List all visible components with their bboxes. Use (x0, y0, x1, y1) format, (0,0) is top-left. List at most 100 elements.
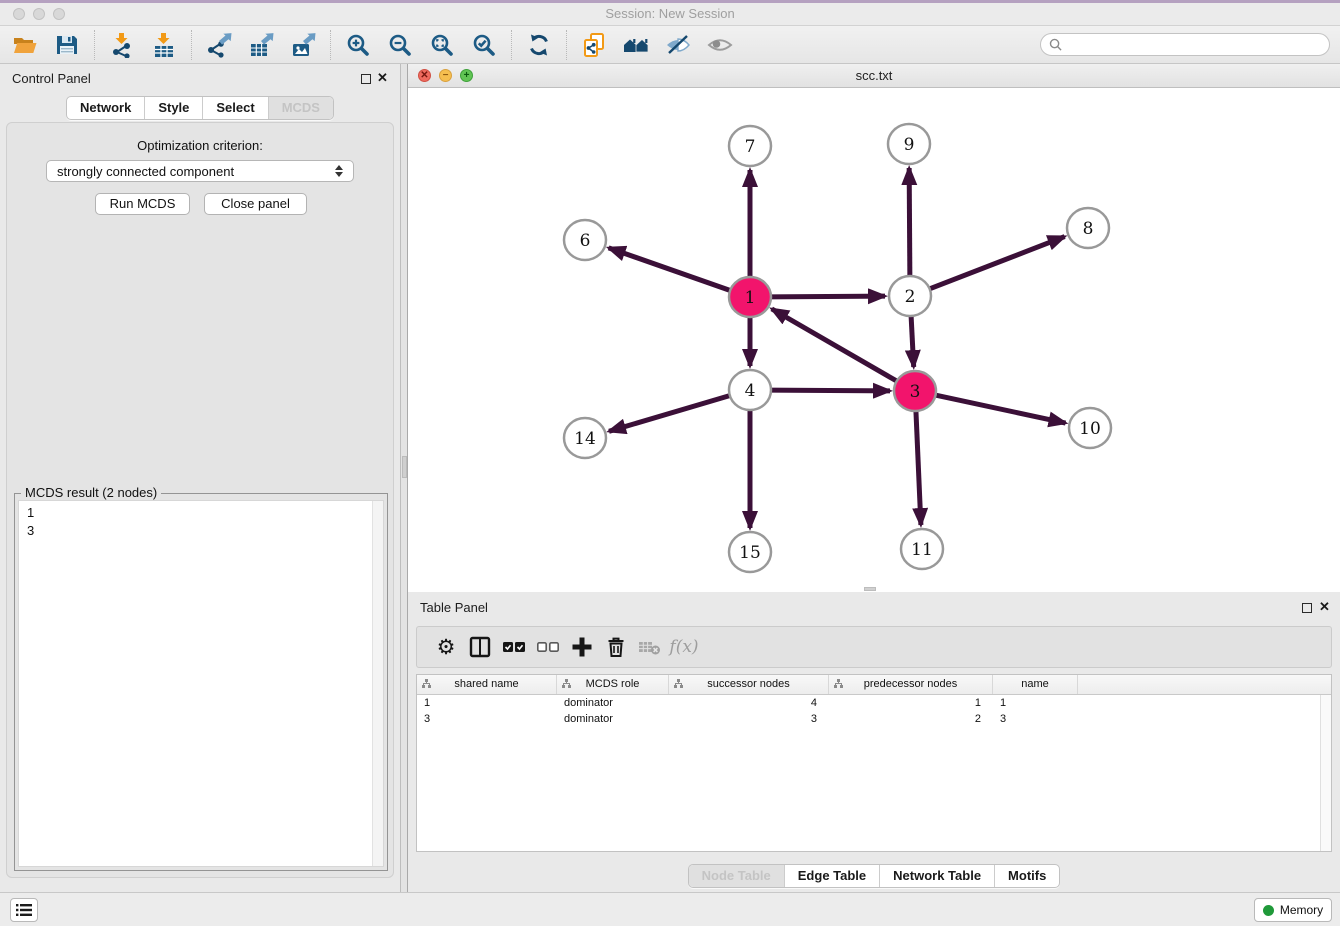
export-image-icon[interactable] (288, 30, 318, 60)
table-scrollbar[interactable] (1320, 695, 1331, 851)
graph-node-label: 15 (739, 543, 761, 563)
window-resize-grip[interactable] (864, 587, 876, 591)
zoom-out-icon[interactable] (385, 30, 415, 60)
import-table-icon[interactable] (149, 30, 179, 60)
memory-button[interactable]: Memory (1254, 898, 1332, 922)
float-table-panel-icon[interactable] (1302, 603, 1312, 613)
graph-node-2[interactable]: 2 (889, 276, 931, 316)
graph-node-6[interactable]: 6 (564, 220, 606, 260)
graph-node-9[interactable]: 9 (888, 124, 930, 164)
column-header-name[interactable]: name (993, 675, 1078, 694)
zoom-fit-icon[interactable] (427, 30, 457, 60)
zoom-in-icon[interactable] (343, 30, 373, 60)
close-panel-icon[interactable]: ✕ (377, 70, 388, 86)
table-tab-edge-table[interactable]: Edge Table (784, 865, 879, 887)
network-window-title: scc.txt (408, 68, 1340, 83)
graph-edge-1-2[interactable] (769, 296, 885, 297)
task-list-icon (16, 903, 32, 917)
result-scrollbar[interactable] (372, 501, 383, 866)
table-cell[interactable]: 1 (993, 695, 1078, 711)
table-cell[interactable]: 1 (417, 695, 557, 711)
mcds-result-list[interactable]: 13 (18, 500, 384, 867)
table-cell[interactable]: 4 (669, 695, 829, 711)
close-table-panel-icon[interactable]: ✕ (1319, 599, 1330, 615)
search-box[interactable] (1040, 33, 1330, 56)
run-mcds-button[interactable]: Run MCDS (95, 193, 190, 215)
graph-node-14[interactable]: 14 (564, 418, 606, 458)
node-table[interactable]: shared nameMCDS rolesuccessor nodesprede… (416, 674, 1332, 852)
graph-edge-3-10[interactable] (934, 395, 1066, 423)
graph-node-4[interactable]: 4 (729, 370, 771, 410)
table-tab-node-table[interactable]: Node Table (689, 865, 784, 887)
table-tab-network-table[interactable]: Network Table (879, 865, 994, 887)
float-panel-icon[interactable] (361, 74, 371, 84)
column-header-predecessor-nodes[interactable]: predecessor nodes (829, 675, 993, 694)
table-cell[interactable]: dominator (557, 711, 669, 727)
column-header-label: successor nodes (669, 678, 828, 690)
import-network-icon[interactable] (107, 30, 137, 60)
column-settings-icon[interactable]: ⚙ (429, 632, 463, 662)
graph-node-15[interactable]: 15 (729, 532, 771, 572)
memory-label: Memory (1280, 903, 1323, 917)
table-cell[interactable]: dominator (557, 695, 669, 711)
tab-style[interactable]: Style (144, 97, 202, 119)
graph-node-8[interactable]: 8 (1067, 208, 1109, 248)
select-all-rows-icon[interactable] (497, 632, 531, 662)
tab-network[interactable]: Network (67, 97, 144, 119)
graph-edge-1-6[interactable] (609, 248, 732, 291)
panel-splitter[interactable] (400, 64, 408, 892)
column-header-MCDS-role[interactable]: MCDS role (557, 675, 669, 694)
splitter-grip[interactable] (402, 456, 407, 478)
result-line: 1 (19, 504, 383, 522)
graph-edge-2-3[interactable] (911, 314, 914, 367)
graph-edge-3-1[interactable] (772, 309, 899, 382)
table-cell[interactable]: 3 (669, 711, 829, 727)
control-panel-tabs: NetworkStyleSelectMCDS (66, 96, 334, 120)
optimization-criterion-select[interactable]: strongly connected component (46, 160, 354, 182)
close-panel-button[interactable]: Close panel (204, 193, 307, 215)
table-row[interactable]: 1dominator411 (417, 695, 1331, 711)
graph-node-3[interactable]: 3 (894, 371, 936, 411)
graph-node-label: 11 (911, 540, 933, 560)
delete-column-icon[interactable] (599, 632, 633, 662)
search-input[interactable] (1067, 38, 1321, 52)
tab-mcds[interactable]: MCDS (268, 97, 333, 119)
refresh-view-icon[interactable] (524, 30, 554, 60)
column-header-successor-nodes[interactable]: successor nodes (669, 675, 829, 694)
graph-edge-2-9[interactable] (909, 168, 910, 278)
graph-node-10[interactable]: 10 (1069, 408, 1111, 448)
deselect-all-rows-icon[interactable] (531, 632, 565, 662)
split-panel-icon[interactable] (463, 632, 497, 662)
column-header-shared-name[interactable]: shared name (417, 675, 557, 694)
graph-edge-3-11[interactable] (916, 409, 921, 525)
tab-select[interactable]: Select (202, 97, 267, 119)
hide-selected-icon[interactable] (663, 30, 693, 60)
table-cell[interactable]: 1 (829, 695, 993, 711)
toolbar-separator (511, 30, 512, 60)
task-history-button[interactable] (10, 898, 38, 922)
graph-edge-2-8[interactable] (928, 237, 1065, 290)
table-panel-title: Table Panel (420, 600, 488, 615)
table-tab-motifs[interactable]: Motifs (994, 865, 1059, 887)
export-network-icon[interactable] (204, 30, 234, 60)
table-cell[interactable]: 2 (829, 711, 993, 727)
table-cell[interactable]: 3 (993, 711, 1078, 727)
zoom-selected-icon[interactable] (469, 30, 499, 60)
save-session-icon[interactable] (52, 30, 82, 60)
clone-network-icon[interactable] (579, 30, 609, 60)
export-table-icon[interactable] (246, 30, 276, 60)
add-column-icon[interactable] (565, 632, 599, 662)
open-session-icon[interactable] (10, 30, 40, 60)
network-window-titlebar[interactable]: ✕ − + scc.txt (408, 64, 1340, 88)
table-row[interactable]: 3dominator323 (417, 711, 1331, 727)
show-all-icon[interactable] (705, 30, 735, 60)
graph-node-11[interactable]: 11 (901, 529, 943, 569)
graph-node-1[interactable]: 1 (729, 277, 771, 317)
table-cell[interactable]: 3 (417, 711, 557, 727)
column-header-label: name (993, 678, 1077, 690)
network-canvas[interactable]: 7 9 6 8 1 2 4 3 14 10 15 11 (408, 88, 1340, 592)
graph-edge-4-3[interactable] (769, 390, 890, 391)
first-neighbors-icon[interactable] (621, 30, 651, 60)
graph-node-7[interactable]: 7 (729, 126, 771, 166)
graph-edge-4-14[interactable] (609, 395, 732, 431)
